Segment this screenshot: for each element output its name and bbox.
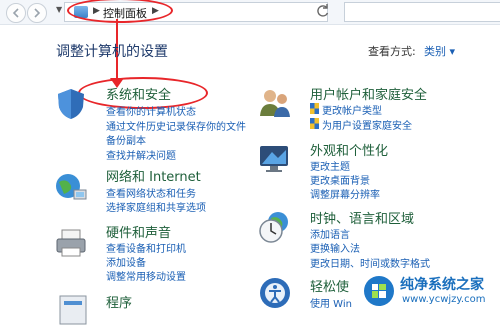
link-backup[interactable]: 备份副本 [106, 132, 146, 147]
view-by-dropdown[interactable]: 类别 ▾ [424, 43, 455, 59]
shield-icon[interactable] [54, 87, 88, 121]
forward-arrow-icon [34, 8, 41, 18]
link-devices-printers[interactable]: 查看设备和打印机 [106, 240, 186, 255]
link-network-status[interactable]: 查看网络状态和任务 [106, 185, 196, 200]
search-input[interactable] [344, 2, 500, 22]
page-title: 调整计算机的设置 [56, 44, 168, 60]
category-system-security[interactable]: 系统和安全 [106, 84, 171, 103]
ease-of-access-icon[interactable] [258, 276, 292, 310]
link-change-account-type[interactable]: 更改帐户类型 [322, 102, 382, 117]
uac-shield-icon [310, 118, 319, 129]
category-ease-of-access[interactable]: 轻松使 [310, 276, 349, 295]
link-troubleshoot[interactable]: 查找并解决问题 [106, 147, 176, 162]
link-view-computer-status[interactable]: 查看你的计算机状态 [106, 103, 196, 118]
link-add-device[interactable]: 添加设备 [106, 254, 146, 269]
watermark-title: 纯净系统之家 [400, 277, 484, 293]
link-use-windows-suggestions[interactable]: 使用 Win [310, 295, 352, 310]
forward-button[interactable] [27, 3, 47, 23]
back-arrow-icon [12, 8, 19, 18]
link-mobility-settings[interactable]: 调整常用移动设置 [106, 268, 186, 283]
category-programs[interactable]: 程序 [106, 292, 132, 311]
category-user-accounts[interactable]: 用户帐户和家庭安全 [310, 84, 427, 103]
link-family-safety[interactable]: 为用户设置家庭安全 [322, 117, 412, 132]
category-clock-language[interactable]: 时钟、语言和区域 [310, 208, 414, 227]
recent-pages-dropdown[interactable]: ▼ [56, 5, 62, 14]
view-by-label: 查看方式: [368, 45, 416, 58]
users-icon[interactable] [258, 86, 292, 120]
category-network-internet[interactable]: 网络和 Internet [106, 166, 201, 185]
uac-shield-icon [310, 103, 319, 114]
watermark: 纯净系统之家 www.ycwjzy.com [352, 270, 500, 314]
link-change-date-format[interactable]: 更改日期、时间或数字格式 [310, 255, 430, 270]
printer-icon[interactable] [54, 226, 88, 260]
back-button[interactable] [6, 3, 26, 23]
appearance-monitor-icon[interactable] [258, 142, 292, 176]
refresh-icon[interactable] [315, 3, 333, 21]
clock-globe-icon[interactable] [258, 210, 292, 244]
watermark-url: www.ycwjzy.com [402, 294, 486, 305]
link-add-language[interactable]: 添加语言 [310, 226, 350, 241]
link-change-input-method[interactable]: 更换输入法 [310, 240, 360, 255]
network-globe-icon[interactable] [54, 170, 88, 204]
link-screen-resolution[interactable]: 调整屏幕分辨率 [310, 186, 380, 201]
link-change-theme[interactable]: 更改主题 [310, 158, 350, 173]
link-homegroup-sharing[interactable]: 选择家庭组和共享选项 [106, 199, 206, 214]
category-appearance[interactable]: 外观和个性化 [310, 140, 388, 159]
link-desktop-background[interactable]: 更改桌面背景 [310, 172, 370, 187]
link-file-history[interactable]: 通过文件历史记录保存你的文件 [106, 118, 246, 133]
watermark-logo-icon [364, 276, 394, 306]
programs-icon[interactable] [56, 292, 90, 326]
category-hardware-sound[interactable]: 硬件和声音 [106, 222, 171, 241]
